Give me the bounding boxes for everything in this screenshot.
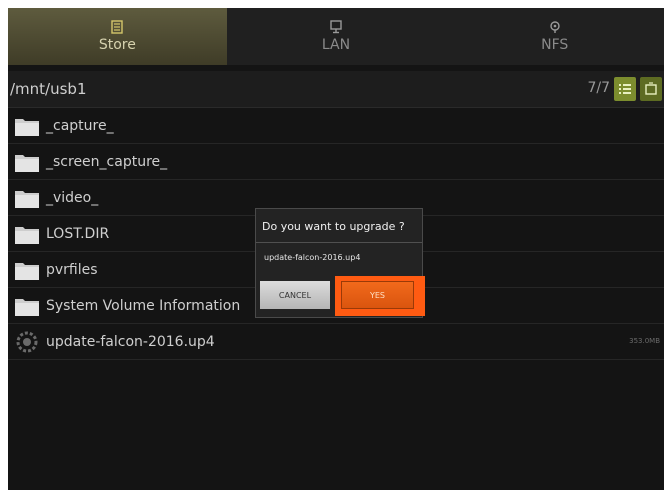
file-size: 353.0MB (629, 337, 660, 345)
folder-icon (15, 298, 39, 316)
thumbnail-view-icon (645, 82, 657, 95)
tab-bar: Store LAN NFS (8, 8, 664, 65)
folder-icon (15, 190, 39, 208)
list-view-button[interactable] (614, 77, 636, 101)
tab-nfs[interactable]: NFS (445, 8, 664, 65)
network-share-icon (549, 21, 560, 33)
dialog-title: Do you want to upgrade ? (262, 220, 405, 233)
tab-store[interactable]: Store (8, 8, 227, 65)
cancel-button[interactable]: CANCEL (260, 281, 330, 309)
file-name: _video_ (46, 189, 99, 206)
item-count: 7/7 (587, 80, 610, 96)
tab-lan-label: LAN (321, 37, 351, 53)
file-name: _capture_ (46, 117, 114, 134)
file-name: _screen_capture_ (46, 153, 168, 170)
thumbnail-view-button[interactable] (640, 77, 662, 101)
folder-icon (15, 262, 39, 280)
tab-store-label: Store (98, 37, 136, 53)
file-name: System Volume Information (46, 297, 241, 314)
folder-icon (15, 154, 39, 172)
monitor-icon (330, 20, 342, 34)
file-name: LOST.DIR (46, 225, 110, 242)
upgrade-file-icon (16, 331, 38, 352)
file-manager-screen: Store LAN NFS /mnt/usb1 7/7 _capture_ _s… (8, 8, 664, 490)
folder-icon (15, 226, 39, 244)
file-name: pvrfiles (46, 261, 98, 278)
storage-icon (111, 20, 124, 34)
yes-button[interactable]: YES (341, 281, 414, 309)
folder-icon (15, 118, 39, 136)
list-view-icon (619, 84, 631, 94)
list-item[interactable]: _screen_capture_ (8, 144, 664, 180)
list-item[interactable]: _capture_ (8, 108, 664, 144)
dialog-divider (256, 242, 422, 243)
file-name: update-falcon-2016.up4 (46, 333, 215, 350)
dialog-message: update-falcon-2016.up4 (264, 253, 361, 262)
list-item[interactable]: update-falcon-2016.up4 353.0MB (8, 324, 664, 360)
upgrade-dialog: Do you want to upgrade ? update-falcon-2… (255, 208, 425, 318)
tab-nfs-label: NFS (541, 37, 569, 53)
path-bar: /mnt/usb1 7/7 (8, 71, 664, 108)
current-path: /mnt/usb1 (10, 80, 87, 98)
tab-lan[interactable]: LAN (227, 8, 446, 65)
